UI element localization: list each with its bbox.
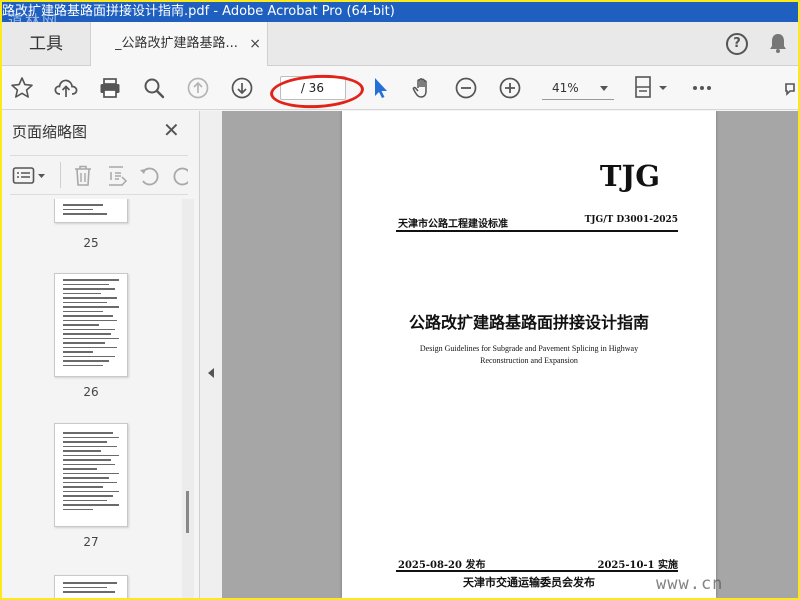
- hand-tool-icon[interactable]: [408, 74, 436, 102]
- thumbnail-options-icon[interactable]: [12, 166, 48, 190]
- document-view[interactable]: TJG 天津市公路工程建设标准 TJG/T D3001-2025 公路改扩建路基…: [222, 111, 798, 598]
- zoom-level-value: 41%: [552, 81, 579, 95]
- panel-collapse-strip[interactable]: [200, 111, 222, 598]
- print-icon[interactable]: [96, 74, 124, 102]
- page-thumbnails-panel: 页面缩略图 ✕ 25 26 27: [2, 111, 200, 598]
- rotate-right-icon[interactable]: [172, 165, 188, 191]
- tab-document-label: _公路改扩建路基路...: [115, 36, 238, 51]
- document-title: 公路改扩建路基路面拼接设计指南: [408, 313, 649, 332]
- chevron-down-icon: [600, 86, 608, 91]
- thumbnail-scrollbar[interactable]: [182, 199, 194, 598]
- help-circle-icon[interactable]: ?: [726, 33, 748, 55]
- search-icon[interactable]: [140, 74, 168, 102]
- page-thumbnail-25[interactable]: [54, 199, 128, 223]
- close-icon[interactable]: ✕: [163, 118, 180, 142]
- next-page-icon[interactable]: [228, 74, 256, 102]
- tab-tools[interactable]: 工具: [2, 22, 90, 66]
- page-number-27: 27: [83, 535, 99, 549]
- thumbnail-toolbar: [10, 155, 188, 195]
- previous-page-icon[interactable]: [184, 74, 212, 102]
- zoom-in-icon[interactable]: [496, 74, 524, 102]
- footer-rule: [396, 570, 678, 572]
- delete-page-icon[interactable]: [72, 164, 94, 192]
- toolbar-divider: [60, 162, 61, 188]
- bell-icon[interactable]: [768, 32, 788, 58]
- thumbnail-scrollbar-thumb[interactable]: [186, 491, 189, 533]
- header-rule: [396, 230, 678, 232]
- comment-tool-icon[interactable]: [774, 74, 796, 102]
- window-title-bar: 路改扩建路基路面拼接设计指南.pdf - Adobe Acrobat Pro (…: [2, 2, 798, 22]
- acrobat-window: 路改扩建路基路面拼接设计指南.pdf - Adobe Acrobat Pro (…: [2, 2, 798, 598]
- tab-close-icon[interactable]: ×: [249, 22, 261, 66]
- insert-page-icon[interactable]: [106, 164, 128, 192]
- select-cursor-icon[interactable]: [366, 74, 394, 102]
- implement-date: 2025-10-1 实施: [597, 560, 679, 571]
- standard-category: 天津市公路工程建设标准: [398, 219, 508, 230]
- page-fit-icon[interactable]: [630, 74, 670, 102]
- more-options-icon[interactable]: [688, 74, 716, 102]
- pdf-page: TJG 天津市公路工程建设标准 TJG/T D3001-2025 公路改扩建路基…: [342, 111, 716, 598]
- page-number-input[interactable]: [285, 81, 297, 95]
- document-subtitle: Design Guidelines for Subgrade and Pavem…: [419, 344, 639, 365]
- standard-code: TJG/T D3001-2025: [584, 215, 678, 225]
- window-title: 路改扩建路基路面拼接设计指南.pdf - Adobe Acrobat Pro (…: [2, 4, 395, 19]
- page-number-25: 25: [83, 236, 99, 250]
- rotate-left-icon[interactable]: [138, 165, 160, 191]
- page-thumbnail-27[interactable]: [54, 423, 128, 527]
- page-number-field[interactable]: / 36: [280, 76, 346, 100]
- cloud-upload-icon[interactable]: [52, 74, 80, 102]
- page-thumbnail-26[interactable]: [54, 273, 128, 377]
- main-toolbar: / 36 41%: [2, 66, 798, 110]
- zoom-out-icon[interactable]: [452, 74, 480, 102]
- tab-bar: 工具 _公路改扩建路基路... × ?: [2, 22, 798, 67]
- page-number-26: 26: [83, 385, 99, 399]
- page-thumbnail-28[interactable]: [54, 575, 128, 598]
- publish-date: 2025-08-20 发布: [398, 560, 486, 571]
- thumbnail-list: 25 26 27: [2, 199, 182, 598]
- publisher: 天津市交通运输委员会发布: [463, 576, 595, 589]
- collapse-panel-icon[interactable]: [208, 368, 214, 378]
- bookmark-star-icon[interactable]: [8, 74, 36, 102]
- page-total-label: / 36: [300, 81, 324, 95]
- standard-mark: TJG: [599, 159, 660, 193]
- zoom-level-dropdown[interactable]: 41%: [542, 76, 614, 100]
- tab-document[interactable]: _公路改扩建路基路... ×: [90, 22, 268, 67]
- panel-title: 页面缩略图: [12, 123, 88, 141]
